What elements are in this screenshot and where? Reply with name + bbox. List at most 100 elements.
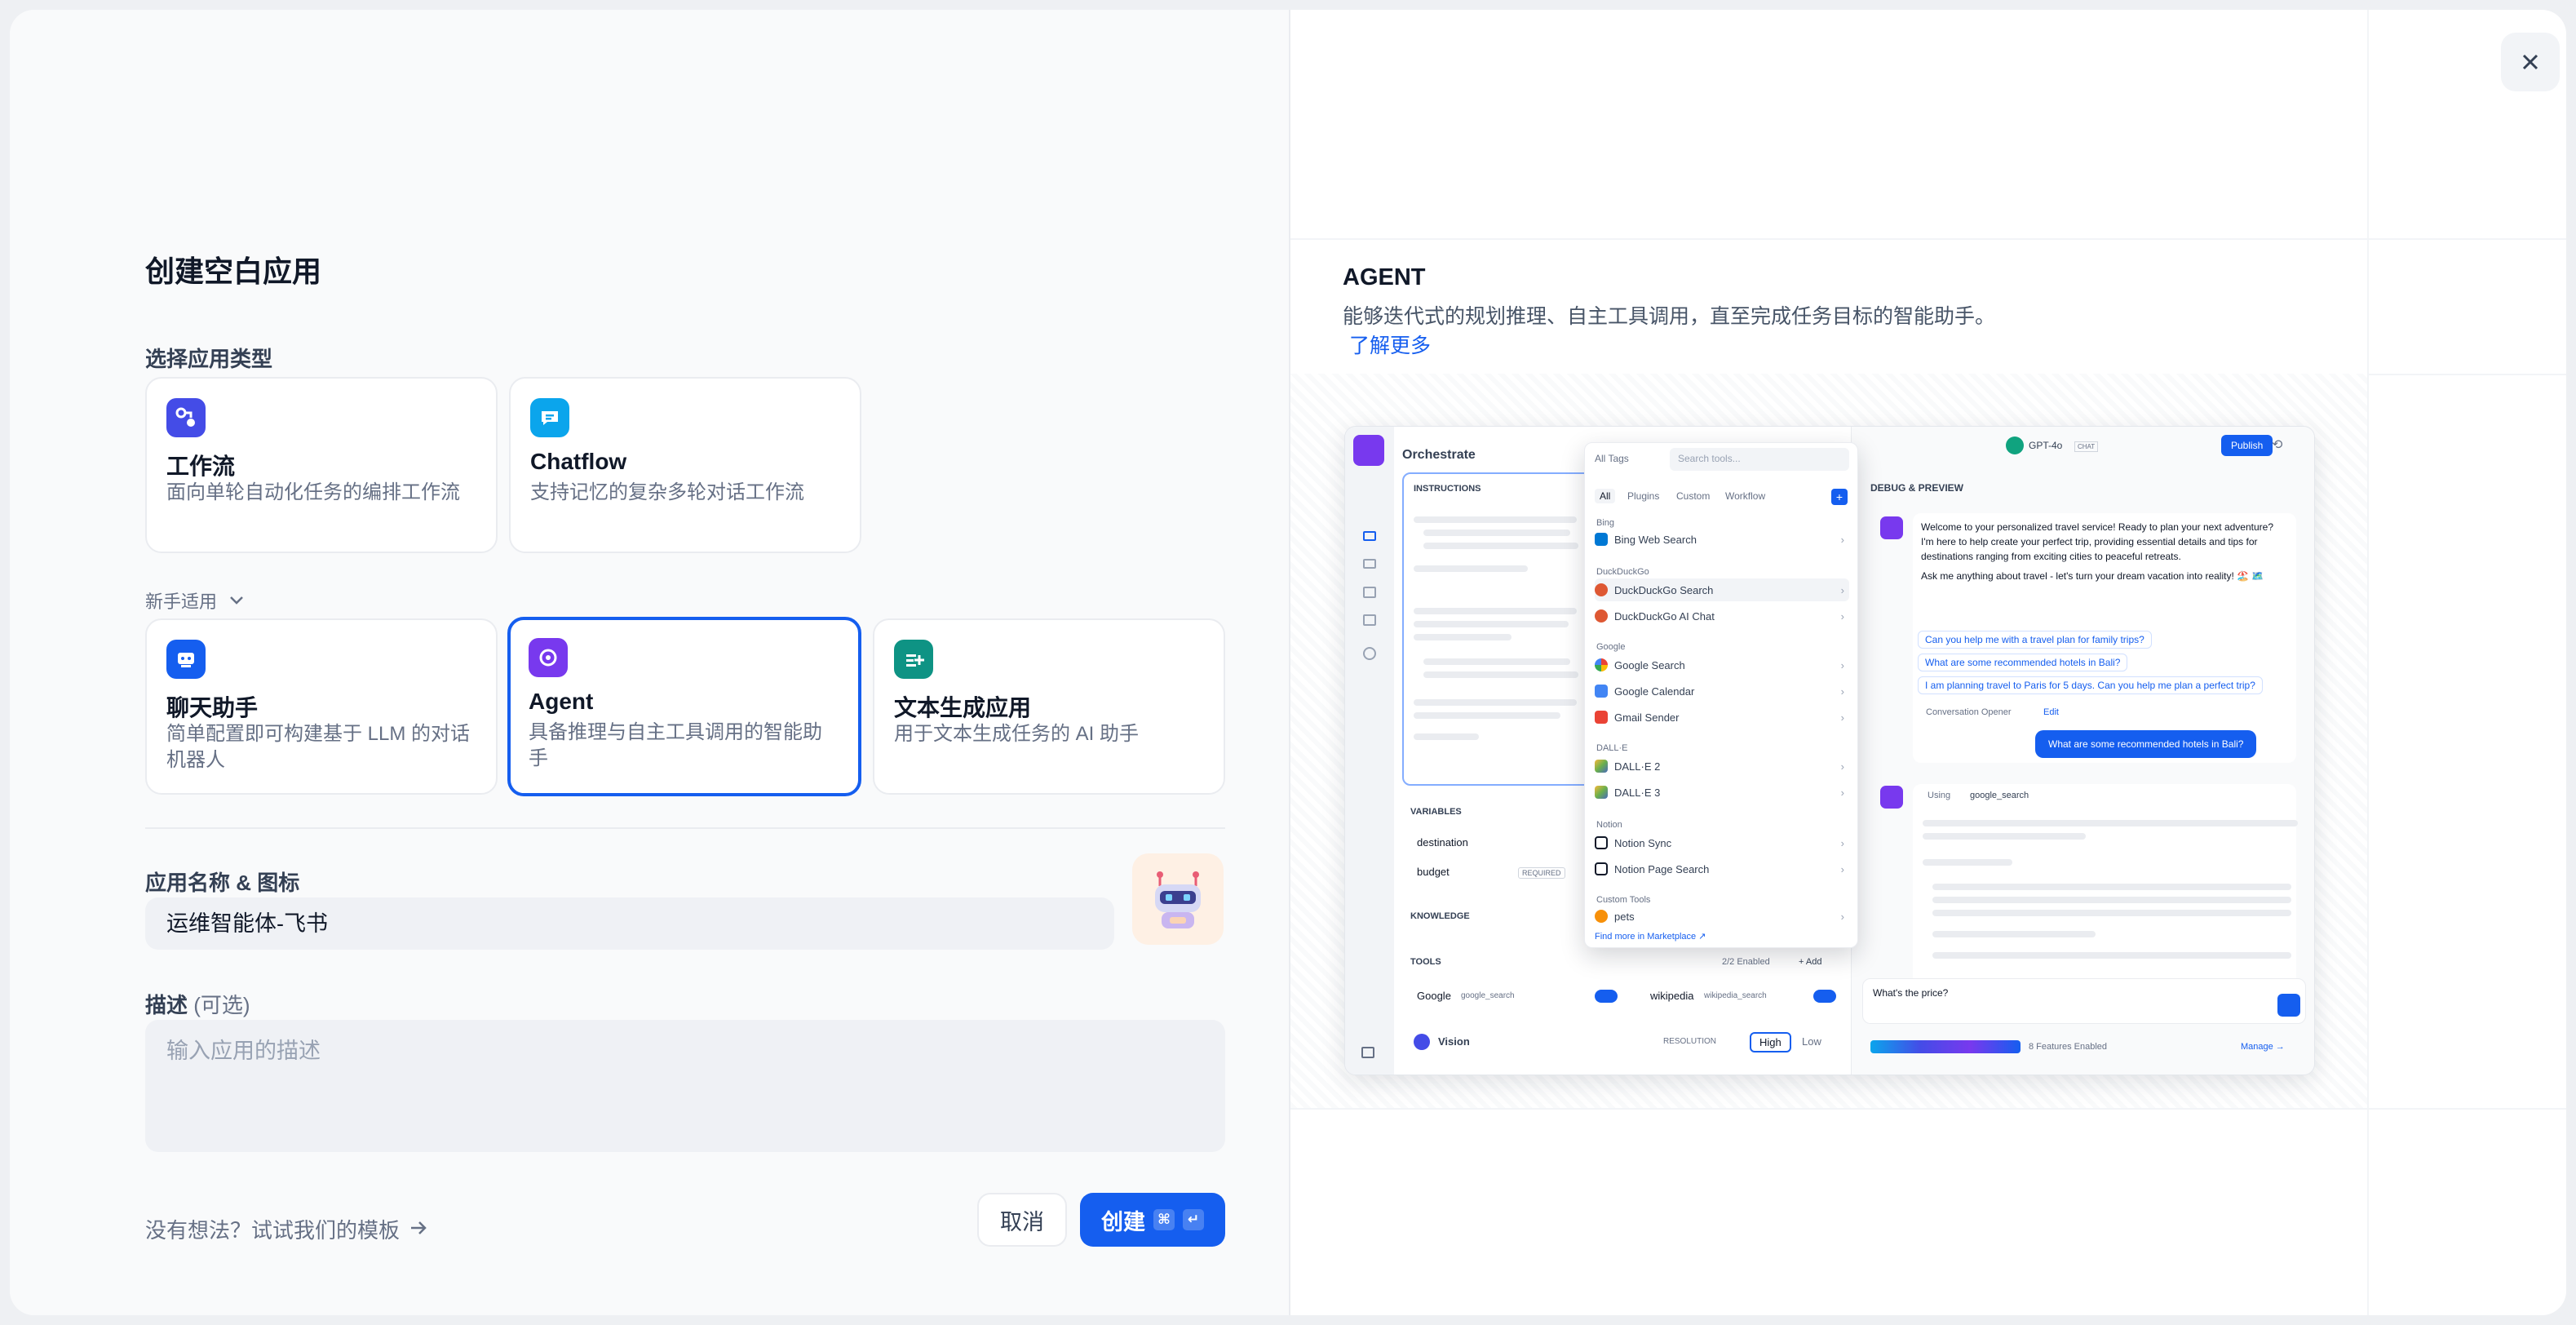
tool-search-input[interactable]: Search tools... — [1670, 448, 1849, 471]
tab-workflow[interactable]: Workflow — [1725, 490, 1765, 502]
edit-opener-link[interactable]: Edit — [2043, 707, 2059, 717]
tool-item[interactable]: Gmail Sender › — [1595, 706, 1849, 729]
close-button[interactable] — [2501, 33, 2560, 91]
welcome-text: Welcome to your personalized travel serv… — [1921, 521, 2274, 562]
find-more-link[interactable]: Find more in Marketplace ↗ — [1595, 931, 1706, 942]
arrow-right-icon — [409, 1216, 427, 1242]
group-label: DuckDuckGo — [1596, 567, 1649, 577]
tool-item[interactable]: Google Calendar › — [1595, 680, 1849, 702]
history-icon[interactable]: ⟲ — [2272, 436, 2282, 453]
card-name: Chatflow — [530, 449, 627, 474]
tab-plugins[interactable]: Plugins — [1627, 490, 1659, 502]
learn-more-link[interactable]: 了解更多 — [1349, 330, 1431, 359]
skeleton-line — [1414, 565, 1528, 572]
tool-item[interactable]: Google Search › — [1595, 654, 1849, 676]
tab-custom[interactable]: Custom — [1676, 490, 1710, 502]
agent-description: 能够迭代式的规划推理、自主工具调用，直至完成任务目标的智能助手。 — [1343, 305, 1996, 328]
card-workflow[interactable]: 工作流 面向单轮自动化任务的编排工作流 — [145, 377, 498, 553]
skeleton-line — [1932, 910, 2291, 916]
publish-button[interactable]: Publish — [2221, 435, 2273, 456]
chevron-right-icon: › — [1840, 658, 1844, 671]
bot-avatar-icon — [1880, 786, 1903, 809]
manage-features-link[interactable]: Manage → — [2241, 1042, 2285, 1052]
instructions-box[interactable]: INSTRUCTIONS — [1402, 472, 1598, 786]
skeleton-line — [1923, 833, 2086, 840]
tab-all[interactable]: All — [1595, 489, 1616, 503]
tool-item[interactable]: Notion Sync › — [1595, 831, 1849, 854]
card-chat-assistant[interactable]: 聊天助手 简单配置即可构建基于 LLM 的对话机器人 — [145, 618, 498, 795]
log-icon — [1363, 559, 1376, 569]
card-agent[interactable]: Agent 具备推理与自主工具调用的智能助手 — [507, 617, 861, 796]
tool-picker-dropdown: All Tags Search tools... All Plugins Cus… — [1584, 442, 1858, 948]
app-icon-picker[interactable] — [1132, 853, 1224, 945]
card-name: Agent — [529, 689, 594, 714]
cancel-button[interactable]: 取消 — [977, 1193, 1067, 1247]
chevron-right-icon: › — [1840, 609, 1844, 623]
tool-item[interactable]: pets › — [1595, 908, 1849, 924]
all-tags-filter[interactable]: All Tags — [1595, 453, 1629, 464]
left-pane: 创建空白应用 选择应用类型 工作流 面向单轮自动化任务的编排工作流 Chatfl… — [10, 10, 1289, 1315]
annotation-icon — [1363, 614, 1376, 626]
skeleton-line — [1923, 859, 2012, 866]
card-name: 聊天助手 — [166, 695, 259, 720]
app-name-input[interactable]: 运维智能体-飞书 — [145, 897, 1114, 950]
model-name[interactable]: GPT-4o — [2029, 440, 2062, 451]
google-icon — [1595, 658, 1608, 671]
card-chatflow[interactable]: Chatflow 支持记忆的复杂多轮对话工作流 — [509, 377, 861, 553]
features-enabled-label: 8 Features Enabled — [2029, 1042, 2108, 1052]
tool-item[interactable]: DALL·E 2 › — [1595, 755, 1849, 778]
skeleton-line — [1423, 658, 1570, 665]
chat-input-box[interactable]: What's the price? — [1862, 978, 2306, 1024]
gmail-icon — [1595, 711, 1608, 724]
knowledge-label: KNOWLEDGE — [1410, 911, 1470, 921]
tool-item[interactable]: DuckDuckGo Search › — [1595, 578, 1849, 601]
resolution-high-button[interactable]: High — [1750, 1032, 1791, 1052]
cmd-key-icon: ⌘ — [1153, 1209, 1175, 1230]
agent-icon — [529, 638, 568, 677]
agent-avatar-icon — [1353, 435, 1384, 466]
template-link[interactable]: 没有想法？试试我们的模板 — [145, 1214, 427, 1244]
chat-assistant-icon — [166, 640, 206, 679]
card-desc: 具备推理与自主工具调用的智能助手 — [529, 721, 822, 769]
notion-icon — [1595, 862, 1608, 875]
monitor-icon — [1363, 647, 1376, 660]
orchestrate-title: Orchestrate — [1402, 448, 1476, 462]
chevron-right-icon: › — [1840, 910, 1844, 923]
suggested-question-1[interactable]: Can you help me with a travel plan for f… — [1918, 631, 2152, 649]
tool-item[interactable]: Bing Web Search › — [1595, 528, 1849, 551]
app-description-input[interactable]: 输入应用的描述 — [145, 1020, 1225, 1152]
workflow-icon — [166, 398, 206, 437]
send-button[interactable] — [2277, 994, 2300, 1017]
user-message: What are some recommended hotels in Bali… — [2035, 730, 2257, 758]
grid-line — [2367, 10, 2369, 1315]
suggested-question-2[interactable]: What are some recommended hotels in Bali… — [1918, 654, 2128, 671]
group-label: DALL·E — [1596, 743, 1628, 753]
tool-google-toggle[interactable] — [1595, 990, 1618, 1003]
skeleton-line — [1414, 621, 1569, 627]
suggested-question-3[interactable]: I am planning travel to Paris for 5 days… — [1918, 676, 2263, 694]
pets-icon — [1595, 910, 1608, 923]
add-tool-button[interactable]: + Add — [1799, 957, 1821, 967]
tool-wikipedia-toggle[interactable] — [1813, 990, 1836, 1003]
tool-item[interactable]: Notion Page Search › — [1595, 857, 1849, 880]
marketplace-link[interactable]: Marketplace ↗ — [1647, 932, 1706, 942]
newbie-toggle[interactable]: 新手适用 — [145, 587, 245, 614]
create-app-modal: 创建空白应用 选择应用类型 工作流 面向单轮自动化任务的编排工作流 Chatfl… — [10, 10, 2566, 1315]
tool-item[interactable]: DALL·E 3 › — [1595, 781, 1849, 804]
chevron-right-icon: › — [1840, 786, 1844, 799]
choose-type-label: 选择应用类型 — [145, 347, 273, 371]
create-button[interactable]: 创建 ⌘ ↵ — [1080, 1193, 1225, 1247]
chevron-right-icon: › — [1840, 862, 1844, 875]
robot-icon — [1155, 871, 1201, 928]
collapse-sidebar-icon — [1361, 1047, 1374, 1058]
resolution-low-button[interactable]: Low — [1802, 1035, 1821, 1048]
chat-input-text: What's the price? — [1873, 987, 1949, 999]
desc-label: 描述 (可选) — [145, 989, 250, 1019]
add-tool-icon[interactable]: + — [1831, 489, 1848, 505]
tool-item-label: Google Calendar — [1614, 685, 1695, 698]
skeleton-line — [1932, 952, 2291, 959]
skeleton-line — [1423, 543, 1578, 549]
card-text-generation[interactable]: 文本生成应用 用于文本生成任务的 AI 助手 — [873, 618, 1225, 795]
vision-label: Vision — [1438, 1035, 1470, 1048]
tool-item[interactable]: DuckDuckGo AI Chat › — [1595, 605, 1849, 627]
